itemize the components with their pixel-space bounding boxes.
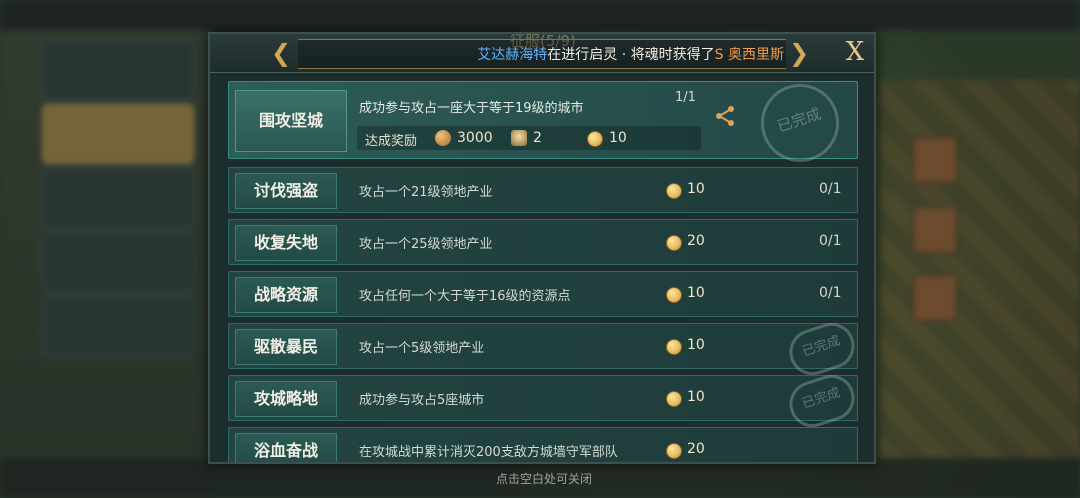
task-desc: 成功参与攻占5座城市 [359, 393, 485, 408]
task-reward: 10 [687, 337, 705, 353]
close-hint: 点击空白处可关闭 [496, 472, 593, 486]
reward-value: 10 [609, 130, 627, 146]
task-desc: 攻占一个25级领地产业 [359, 237, 493, 252]
task-row[interactable]: 收复失地 攻占一个25级领地产业 20 0/1 [228, 219, 858, 265]
gold-coin-icon [666, 235, 682, 251]
conquest-tasks-dialog: 征服(5/9) ❮ 艾达赫海特在进行启灵 · 将魂时获得了S 奥西里斯 ❯ X … [208, 32, 876, 464]
task-progress: 0/1 [819, 285, 842, 301]
task-desc: 攻占任何一个大于等于16级的资源点 [359, 289, 571, 304]
dialog-header: 征服(5/9) ❮ 艾达赫海特在进行启灵 · 将魂时获得了S 奥西里斯 ❯ X [210, 34, 874, 73]
prev-arrow-icon[interactable]: ❮ [270, 40, 292, 66]
broadcast-marquee: 艾达赫海特在进行启灵 · 将魂时获得了S 奥西里斯 [298, 39, 786, 69]
share-icon[interactable] [713, 104, 737, 128]
task-row[interactable]: 攻城略地 成功参与攻占5座城市 10 已完成 [228, 368, 861, 434]
task-desc: 在攻城战中累计消灭200支敌方城墙守军部队 [359, 445, 618, 460]
broadcast-message: 在进行启灵 · 将魂时获得了 [547, 47, 715, 63]
broadcast-item: S 奥西里斯 [714, 47, 784, 63]
task-reward: 10 [687, 181, 705, 197]
gold-coin-icon [666, 443, 682, 459]
broadcast-player: 艾达赫海特 [477, 47, 548, 63]
task-desc: 攻占一个21级领地产业 [359, 185, 493, 200]
completed-stamp-icon: 已完成 [783, 368, 861, 434]
task-desc: 成功参与攻占一座大于等于19级的城市 [359, 101, 584, 116]
gold-coin-icon [666, 391, 682, 407]
task-name: 战略资源 [235, 277, 337, 313]
gold-coin-icon [587, 131, 603, 147]
task-row[interactable]: 驱散暴民 攻占一个5级领地产业 10 已完成 [228, 316, 861, 382]
task-name: 收复失地 [235, 225, 337, 261]
task-row[interactable]: 战略资源 攻占任何一个大于等于16级的资源点 10 0/1 [228, 271, 858, 317]
completed-stamp-icon: 已完成 [783, 316, 861, 382]
task-row[interactable]: 浴血奋战 在攻城战中累计消灭200支敌方城墙守军部队 20 [228, 427, 858, 462]
copper-icon [435, 130, 451, 146]
reward-label: 达成奖励 [365, 134, 418, 149]
soul-icon [511, 130, 527, 146]
task-name: 驱散暴民 [235, 329, 337, 365]
reward-value: 3000 [457, 130, 493, 146]
next-arrow-icon[interactable]: ❯ [788, 40, 810, 66]
task-name: 讨伐强盗 [235, 173, 337, 209]
task-reward: 20 [687, 441, 705, 457]
close-button[interactable]: X [840, 36, 870, 68]
task-progress: 1/1 [675, 90, 696, 105]
task-desc: 攻占一个5级领地产业 [359, 341, 485, 356]
task-name: 浴血奋战 [235, 433, 337, 462]
task-row[interactable]: 讨伐强盗 攻占一个21级领地产业 10 0/1 [228, 167, 858, 213]
reward-bar: 达成奖励 3000 2 10 [357, 126, 701, 150]
task-progress: 0/1 [819, 233, 842, 249]
task-reward: 20 [687, 233, 705, 249]
task-reward: 10 [687, 285, 705, 301]
completed-stamp-icon: 已完成 [750, 73, 850, 173]
task-progress: 0/1 [819, 181, 842, 197]
gold-coin-icon [666, 183, 682, 199]
gold-coin-icon [666, 287, 682, 303]
task-row-featured[interactable]: 围攻坚城 成功参与攻占一座大于等于19级的城市 1/1 达成奖励 3000 2 … [228, 73, 858, 173]
task-name: 围攻坚城 [235, 90, 347, 152]
reward-value: 2 [533, 130, 542, 146]
task-reward: 10 [687, 389, 705, 405]
task-name: 攻城略地 [235, 381, 337, 417]
gold-coin-icon [666, 339, 682, 355]
